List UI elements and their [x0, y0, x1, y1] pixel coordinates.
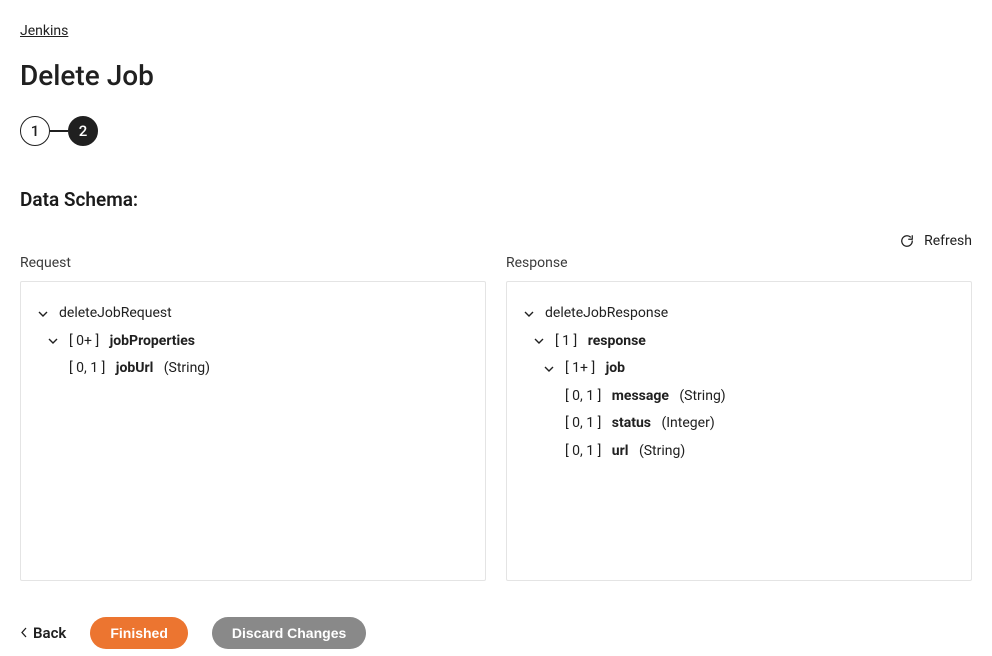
refresh-icon: [900, 234, 914, 248]
request-root-row[interactable]: deleteJobRequest: [35, 300, 471, 328]
breadcrumb: Jenkins: [20, 20, 972, 39]
response-response-row[interactable]: [ 1 ] response: [531, 328, 957, 356]
response-message-row[interactable]: [ 0, 1 ] message (String): [541, 383, 957, 411]
section-title: Data Schema:: [20, 188, 972, 211]
tree-node-text: [ 0+ ] jobProperties: [69, 332, 195, 352]
back-button[interactable]: Back: [20, 624, 66, 642]
breadcrumb-jenkins-link[interactable]: Jenkins: [20, 23, 68, 39]
response-schema-box: deleteJobResponse [ 1 ] response [ 1+ ]: [506, 281, 972, 581]
chevron-left-icon: [20, 624, 27, 642]
response-panel-header: Response: [506, 255, 972, 271]
chevron-down-icon[interactable]: [45, 333, 61, 349]
discard-changes-button[interactable]: Discard Changes: [212, 617, 366, 649]
response-url-row[interactable]: [ 0, 1 ] url (String): [541, 438, 957, 466]
tree-node-text: [ 0, 1 ] message (String): [565, 387, 726, 407]
stepper: 1 2: [20, 116, 972, 146]
back-label: Back: [33, 624, 66, 642]
stepper-line: [50, 130, 68, 132]
chevron-down-icon[interactable]: [541, 361, 557, 377]
request-root-label: deleteJobRequest: [59, 304, 172, 324]
page-title: Delete Job: [20, 59, 972, 92]
response-status-row[interactable]: [ 0, 1 ] status (Integer): [541, 410, 957, 438]
request-schema-box: deleteJobRequest [ 0+ ] jobProperties [ …: [20, 281, 486, 581]
tree-node-text: [ 1 ] response: [555, 332, 646, 352]
refresh-label: Refresh: [924, 233, 972, 249]
request-panel-header: Request: [20, 255, 486, 271]
chevron-down-icon[interactable]: [35, 306, 51, 322]
tree-node-text: [ 0, 1 ] url (String): [565, 442, 685, 462]
response-root-label: deleteJobResponse: [545, 304, 668, 324]
step-1[interactable]: 1: [20, 116, 50, 146]
tree-node-text: [ 1+ ] job: [565, 359, 625, 379]
refresh-button[interactable]: Refresh: [900, 233, 972, 249]
response-root-row[interactable]: deleteJobResponse: [521, 300, 957, 328]
footer: Back Finished Discard Changes: [20, 617, 972, 649]
chevron-down-icon[interactable]: [521, 306, 537, 322]
response-job-row[interactable]: [ 1+ ] job: [541, 355, 957, 383]
request-panel: Request deleteJobRequest [ 0+ ] jobPrope…: [20, 255, 486, 581]
request-jobproperties-row[interactable]: [ 0+ ] jobProperties: [45, 328, 471, 356]
chevron-down-icon[interactable]: [531, 333, 547, 349]
response-panel: Response deleteJobResponse [ 1 ] respons…: [506, 255, 972, 581]
request-joburl-row[interactable]: [ 0, 1 ] jobUrl (String): [45, 355, 471, 383]
tree-node-text: [ 0, 1 ] status (Integer): [565, 414, 715, 434]
finished-button[interactable]: Finished: [90, 617, 188, 649]
step-2[interactable]: 2: [68, 116, 98, 146]
tree-node-text: [ 0, 1 ] jobUrl (String): [69, 359, 210, 379]
